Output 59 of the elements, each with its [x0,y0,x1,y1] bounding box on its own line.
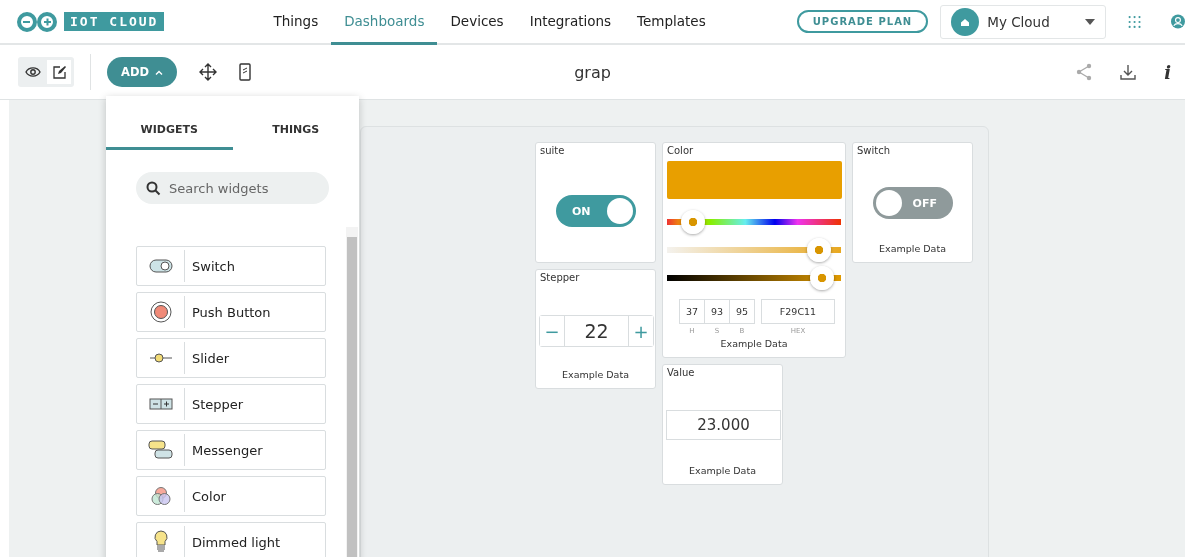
move-arrows-icon[interactable] [199,63,217,81]
logo-text: IOT CLOUD [64,12,165,31]
phone-icon[interactable] [239,63,251,81]
nav-tab[interactable]: Devices [437,0,517,45]
eye-icon [25,67,41,77]
chat-bubbles-icon [146,439,175,461]
widget-title: Switch [857,145,891,156]
share-icon[interactable] [1076,63,1093,81]
widget-list-item[interactable]: Switch [136,246,326,286]
nav-tab[interactable]: Dashboards [331,0,438,45]
search-field[interactable]: Search widgets [136,172,329,204]
panel-tab[interactable]: THINGS [232,112,359,150]
widget-title: suite [540,145,565,156]
widget-list-item[interactable]: Color [136,476,326,516]
value-display: 23.000 [666,410,781,440]
add-button[interactable]: ADD [107,57,177,87]
widget-caption: Example Data [562,369,629,380]
widget-list-item[interactable]: Push Button [136,292,326,332]
space-selector[interactable]: My Cloud [940,4,1106,39]
slider-thumb[interactable] [806,238,831,262]
widget-list-item[interactable]: Stepper [136,384,326,424]
slider-icon [148,353,173,363]
pencil-edit-icon [52,65,66,79]
slider-thumb[interactable] [809,266,834,290]
widget-list-item[interactable]: Slider [136,338,326,378]
nav-tab[interactable]: Templates [624,0,719,45]
home-icon [951,7,980,36]
infinity-logo-icon [16,11,58,32]
slider-thumb[interactable] [680,210,705,234]
apps-grid-icon[interactable] [1127,13,1142,30]
info-button[interactable]: i [1164,61,1171,83]
download-icon[interactable] [1120,64,1137,80]
scrollbar[interactable] [346,227,358,557]
color-circles-icon [150,486,171,506]
widget-card[interactable]: suite ON [535,142,656,263]
caret-up-icon [155,69,163,75]
widget-card[interactable]: Value 23.000 Example Data [662,364,783,485]
widget-title: Value [667,367,695,378]
widget-caption: Example Data [720,338,788,349]
widget-card[interactable]: Switch OFF Example Data [852,142,973,263]
nav-tab[interactable]: Integrations [516,0,625,45]
widget-title: Color [667,145,694,156]
push-button-icon [149,301,172,323]
widget-list-item[interactable]: Messenger [136,430,326,470]
edit-mode-button[interactable] [47,60,71,84]
nav-tab[interactable]: Things [260,0,332,45]
widget-caption: Example Data [879,243,946,254]
user-avatar-icon[interactable] [1171,13,1185,30]
widget-caption: Example Data [689,465,756,476]
upgrade-plan-button[interactable]: UPGRADE PLAN [796,10,929,33]
dashboard-title[interactable]: grap [574,62,611,82]
hex-field[interactable]: F29C11 [761,299,835,324]
widget-title: Stepper [540,272,580,283]
dropdown-caret-icon [1084,18,1095,25]
stepper-icon [148,398,173,410]
panel-tab[interactable]: WIDGETS [106,112,233,150]
toggle-icon [148,259,173,273]
widget-list-item[interactable]: Dimmed light [136,522,326,557]
light-bulb-icon [153,530,168,554]
